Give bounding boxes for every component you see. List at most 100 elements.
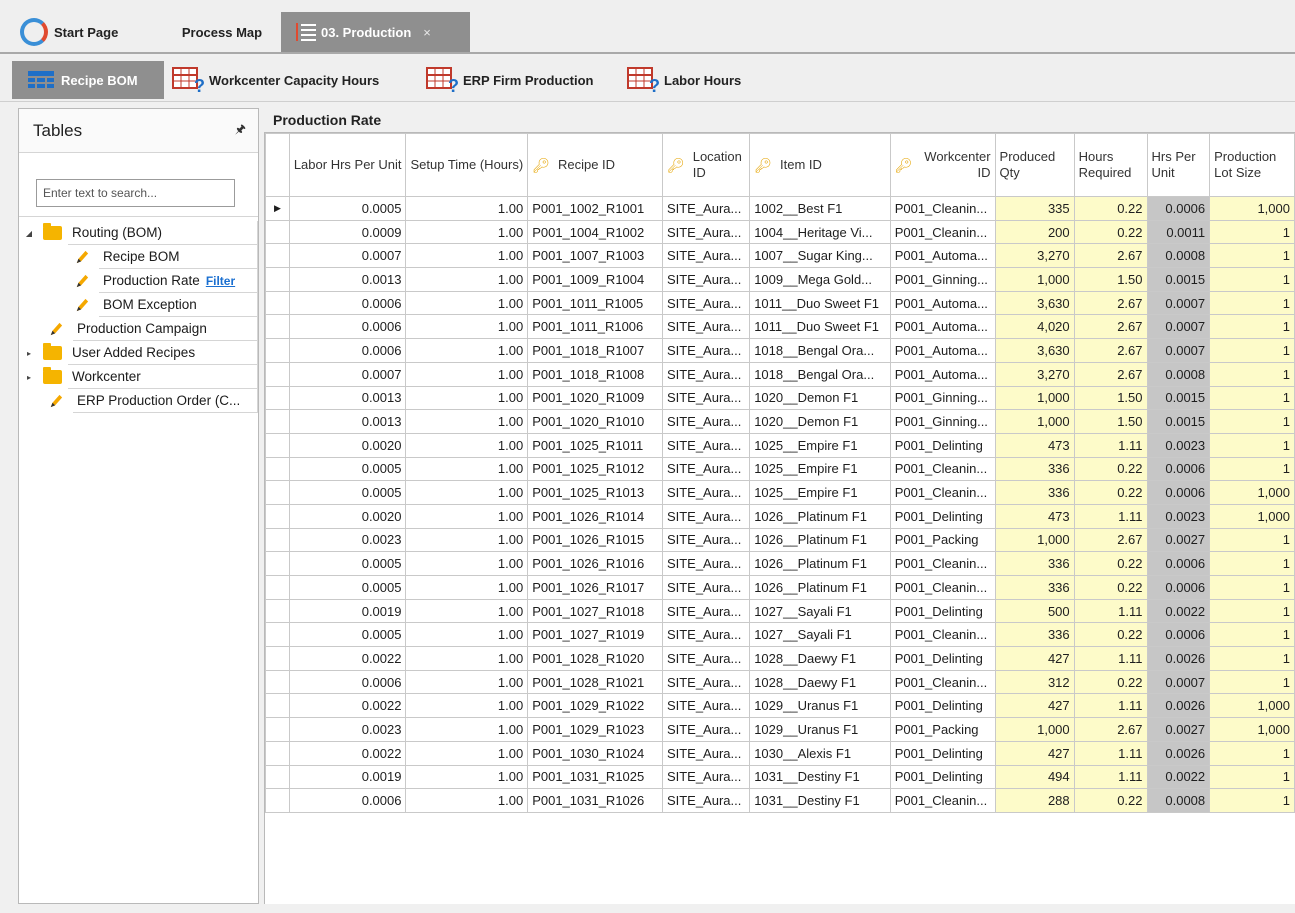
location-id-cell[interactable]: SITE_Aura... xyxy=(661,338,751,363)
row-selector[interactable] xyxy=(265,646,290,671)
produced-qty-cell[interactable]: 336 xyxy=(994,456,1075,482)
hrs-per-unit-cell[interactable]: 0.0022 xyxy=(1146,598,1211,624)
hrs-per-unit-cell[interactable]: 0.0015 xyxy=(1146,385,1211,411)
setup-time-cell[interactable]: 1.00 xyxy=(405,480,529,505)
setup-time-cell[interactable]: 1.00 xyxy=(405,385,529,411)
hours-required-cell[interactable]: 2.67 xyxy=(1073,527,1148,553)
row-selector[interactable] xyxy=(265,598,290,624)
setup-time-cell[interactable]: 1.00 xyxy=(405,503,529,529)
labor-hrs-cell[interactable]: 0.0013 xyxy=(288,409,407,434)
produced-qty-cell[interactable]: 473 xyxy=(994,503,1075,529)
produced-qty-cell[interactable]: 1,000 xyxy=(994,409,1075,434)
recipe-id-cell[interactable]: P001_1007_R1003 xyxy=(527,243,663,269)
row-selector[interactable] xyxy=(265,717,290,742)
workcenter-id-cell[interactable]: P001_Delinting xyxy=(889,740,996,766)
setup-time-cell[interactable]: 1.00 xyxy=(405,243,529,269)
labor-hrs-cell[interactable]: 0.0007 xyxy=(288,361,407,387)
lot-size-cell[interactable]: 1,000 xyxy=(1209,717,1295,742)
hours-required-cell[interactable]: 1.50 xyxy=(1073,385,1148,411)
hrs-per-unit-cell[interactable]: 0.0015 xyxy=(1146,409,1211,434)
collapsed-caret-icon[interactable]: ▸ xyxy=(23,373,35,382)
hrs-per-unit-cell[interactable]: 0.0026 xyxy=(1146,740,1211,766)
lot-size-cell[interactable]: 1 xyxy=(1209,314,1295,340)
workcenter-id-cell[interactable]: P001_Cleanin... xyxy=(889,669,996,695)
recipe-id-cell[interactable]: P001_1027_R1018 xyxy=(527,598,663,624)
row-selector[interactable] xyxy=(265,622,290,648)
row-selector[interactable]: ▶ xyxy=(265,196,290,221)
location-id-cell[interactable]: SITE_Aura... xyxy=(661,361,751,387)
location-id-cell[interactable]: SITE_Aura... xyxy=(661,551,751,576)
workcenter-id-cell[interactable]: P001_Cleanin... xyxy=(889,551,996,576)
hours-required-cell[interactable]: 1.11 xyxy=(1073,740,1148,766)
collapsed-caret-icon[interactable]: ▸ xyxy=(23,349,35,358)
setup-time-cell[interactable]: 1.00 xyxy=(405,338,529,363)
recipe-id-cell[interactable]: P001_1018_R1007 xyxy=(527,338,663,363)
recipe-id-cell[interactable]: P001_1026_R1017 xyxy=(527,575,663,600)
hrs-per-unit-cell[interactable]: 0.0027 xyxy=(1146,717,1211,742)
lot-size-cell[interactable]: 1 xyxy=(1209,385,1295,411)
labor-hrs-cell[interactable]: 0.0007 xyxy=(288,243,407,269)
hours-required-cell[interactable]: 1.11 xyxy=(1073,646,1148,671)
produced-qty-cell[interactable]: 336 xyxy=(994,575,1075,600)
table-row[interactable]: 0.0005 1.00 P001_1025_R1012 SITE_Aura... 102… xyxy=(265,456,1295,482)
workcenter-id-cell[interactable]: P001_Cleanin... xyxy=(889,196,996,221)
workcenter-id-cell[interactable]: P001_Packing xyxy=(889,717,996,742)
setup-time-cell[interactable]: 1.00 xyxy=(405,551,529,576)
item-id-cell[interactable]: 1025__Empire F1 xyxy=(749,456,891,482)
workcenter-id-cell[interactable]: P001_Cleanin... xyxy=(889,622,996,648)
hrs-per-unit-cell[interactable]: 0.0015 xyxy=(1146,267,1211,292)
hours-required-cell[interactable]: 1.11 xyxy=(1073,503,1148,529)
location-id-cell[interactable]: SITE_Aura... xyxy=(661,503,751,529)
item-id-cell[interactable]: 1031__Destiny F1 xyxy=(749,788,891,813)
row-selector[interactable] xyxy=(265,290,290,316)
tree-item-bom-exception[interactable]: BOM Exception xyxy=(19,293,258,317)
labor-hrs-cell[interactable]: 0.0023 xyxy=(288,717,407,742)
item-id-cell[interactable]: 1028__Daewy F1 xyxy=(749,646,891,671)
setup-time-cell[interactable]: 1.00 xyxy=(405,290,529,316)
workcenter-id-cell[interactable]: P001_Cleanin... xyxy=(889,219,996,245)
recipe-id-cell[interactable]: P001_1029_R1023 xyxy=(527,717,663,742)
workcenter-id-cell[interactable]: P001_Ginning... xyxy=(889,385,996,411)
labor-hrs-cell[interactable]: 0.0019 xyxy=(288,764,407,790)
location-id-cell[interactable]: SITE_Aura... xyxy=(661,219,751,245)
hours-required-cell[interactable]: 1.11 xyxy=(1073,598,1148,624)
labor-hrs-cell[interactable]: 0.0005 xyxy=(288,551,407,576)
hrs-per-unit-cell[interactable]: 0.0026 xyxy=(1146,646,1211,671)
row-selector[interactable] xyxy=(265,314,290,340)
produced-qty-cell[interactable]: 427 xyxy=(994,646,1075,671)
workcenter-id-cell[interactable]: P001_Cleanin... xyxy=(889,480,996,505)
table-row[interactable]: 0.0005 1.00 P001_1025_R1013 SITE_Aura... 102… xyxy=(265,480,1295,505)
produced-qty-cell[interactable]: 500 xyxy=(994,598,1075,624)
hours-required-cell[interactable]: 0.22 xyxy=(1073,551,1148,576)
row-selector[interactable] xyxy=(265,456,290,482)
item-id-cell[interactable]: 1011__Duo Sweet F1 xyxy=(749,314,891,340)
workcenter-id-cell[interactable]: P001_Cleanin... xyxy=(889,575,996,600)
workcenter-id-cell[interactable]: P001_Delinting xyxy=(889,598,996,624)
table-row[interactable]: 0.0020 1.00 P001_1026_R1014 SITE_Aura... 102… xyxy=(265,503,1295,529)
tables-search-input[interactable] xyxy=(36,179,235,207)
recipe-id-cell[interactable]: P001_1009_R1004 xyxy=(527,267,663,292)
hrs-per-unit-cell[interactable]: 0.0007 xyxy=(1146,338,1211,363)
produced-qty-cell[interactable]: 473 xyxy=(994,432,1075,458)
recipe-id-cell[interactable]: P001_1031_R1025 xyxy=(527,764,663,790)
hrs-per-unit-cell[interactable]: 0.0026 xyxy=(1146,693,1211,719)
column-header[interactable]: 🔑︎ Item ID xyxy=(749,133,891,197)
labor-hrs-cell[interactable]: 0.0019 xyxy=(288,598,407,624)
hours-required-cell[interactable]: 2.67 xyxy=(1073,361,1148,387)
column-header[interactable]: Production Lot Size xyxy=(1209,133,1295,197)
lot-size-cell[interactable]: 1 xyxy=(1209,409,1295,434)
hours-required-cell[interactable]: 1.11 xyxy=(1073,693,1148,719)
labor-hrs-cell[interactable]: 0.0020 xyxy=(288,432,407,458)
location-id-cell[interactable]: SITE_Aura... xyxy=(661,385,751,411)
table-row[interactable]: 0.0006 1.00 P001_1031_R1026 SITE_Aura... 103… xyxy=(265,788,1295,813)
hrs-per-unit-cell[interactable]: 0.0008 xyxy=(1146,243,1211,269)
lot-size-cell[interactable]: 1 xyxy=(1209,740,1295,766)
labor-hrs-cell[interactable]: 0.0005 xyxy=(288,480,407,505)
setup-time-cell[interactable]: 1.00 xyxy=(405,646,529,671)
item-id-cell[interactable]: 1029__Uranus F1 xyxy=(749,717,891,742)
recipe-id-cell[interactable]: P001_1025_R1011 xyxy=(527,432,663,458)
produced-qty-cell[interactable]: 1,000 xyxy=(994,717,1075,742)
setup-time-cell[interactable]: 1.00 xyxy=(405,527,529,553)
labor-hrs-cell[interactable]: 0.0009 xyxy=(288,219,407,245)
location-id-cell[interactable]: SITE_Aura... xyxy=(661,788,751,813)
